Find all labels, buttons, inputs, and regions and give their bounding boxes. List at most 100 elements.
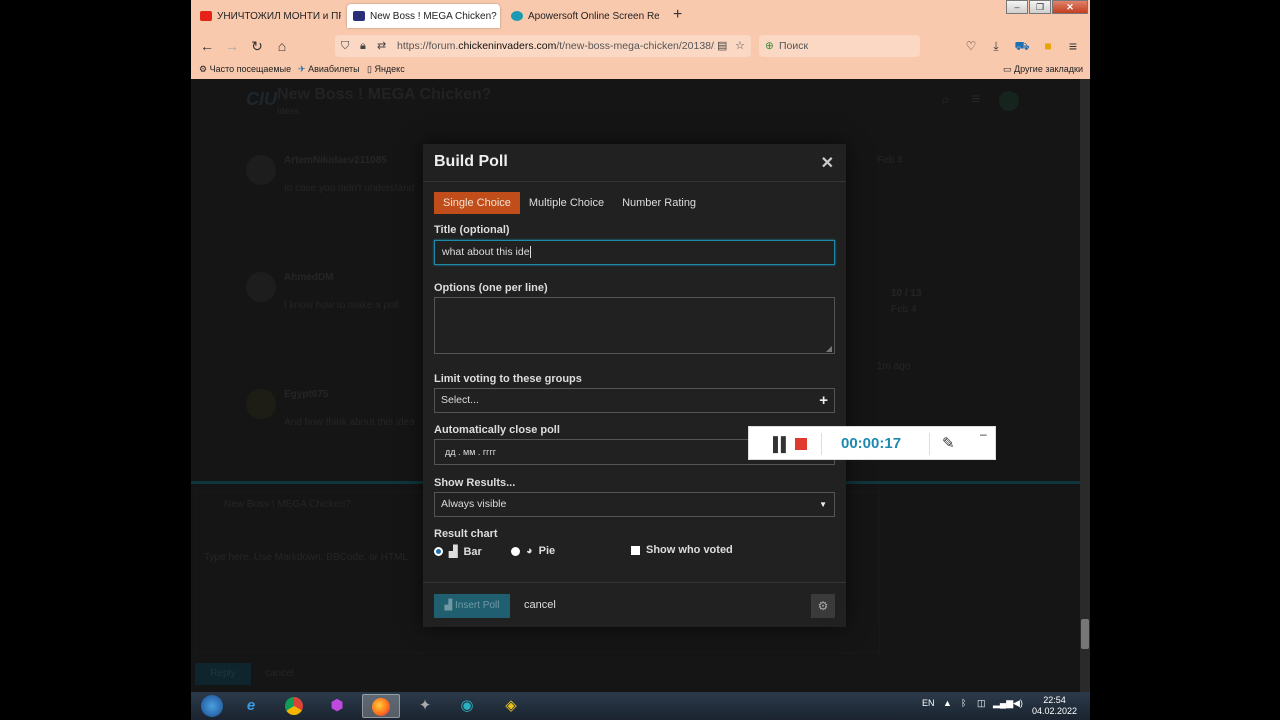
other-bookmarks[interactable]: ▭ Другие закладки <box>1003 64 1083 75</box>
bookmark-yandex[interactable]: ▯ Яндекс <box>367 64 405 75</box>
tray-app-icon[interactable]: ◫ <box>977 698 986 709</box>
forum-icon <box>353 11 365 21</box>
reader-view-icon[interactable]: ▤ <box>715 35 730 57</box>
minimize-icon[interactable]: – <box>980 427 987 441</box>
chart-pie-radio[interactable]: ◕ Pie <box>511 545 555 557</box>
scrollbar-thumb[interactable] <box>1081 619 1089 649</box>
url-bar[interactable]: ⛉ 🔒︎ ⇄ https://forum.chickeninvaders.com… <box>335 35 751 57</box>
internet-explorer-icon[interactable]: e <box>232 694 270 718</box>
home-icon[interactable]: ⌂ <box>273 37 291 55</box>
app-icon[interactable]: ⬢ <box>318 694 356 718</box>
modal-title: Build Poll <box>434 153 508 170</box>
poll-options-textarea[interactable]: ◢ <box>434 297 835 354</box>
tab-number-rating[interactable]: Number Rating <box>613 192 705 214</box>
nav-bar: ← → ↻ ⌂ ⛉ 🔒︎ ⇄ https://forum.chickeninva… <box>191 32 1090 60</box>
close-icon[interactable]: ✕ <box>821 153 834 173</box>
clock[interactable]: 22:54 04.02.2022 <box>1032 695 1077 717</box>
tab-youtube[interactable]: УНИЧТОЖИЛ МОНТИ и ПРО ✕ <box>194 4 341 28</box>
search-input[interactable]: ⊕ Поиск <box>759 35 920 57</box>
close-poll-label: Automatically close poll <box>434 424 560 436</box>
cart-extension-icon[interactable]: ⛟ <box>1013 37 1031 55</box>
page-scrollbar[interactable] <box>1080 79 1090 692</box>
back-icon[interactable]: ← <box>198 37 216 55</box>
bookmark-label: Часто посещаемые <box>209 64 292 74</box>
search-placeholder: Поиск <box>779 40 809 52</box>
bookmark-flights[interactable]: ✈ Авиабилеты <box>298 64 360 75</box>
shield-icon[interactable]: ⛉ <box>341 35 349 57</box>
poll-title-input[interactable]: what about this ide <box>434 240 835 265</box>
plus-icon[interactable]: + <box>819 389 828 412</box>
chart-bar-radio[interactable]: ▟ Bar <box>434 545 482 558</box>
tab-title: Apowersoft Online Screen Reco <box>528 10 659 22</box>
chrome-icon[interactable] <box>275 694 313 718</box>
tab-single-choice[interactable]: Single Choice <box>434 192 520 214</box>
clock-time: 22:54 <box>1043 695 1066 705</box>
groups-placeholder: Select... <box>441 394 479 406</box>
game-icon[interactable]: ✦ <box>406 694 444 718</box>
chart-bar-label: Bar <box>463 545 482 558</box>
volume-icon[interactable]: ◀) <box>1013 698 1023 709</box>
stop-icon[interactable] <box>795 438 807 450</box>
tab-title: УНИЧТОЖИЛ МОНТИ и ПРО <box>217 10 341 22</box>
bookmark-label: Яндекс <box>374 64 405 74</box>
show-hidden-icons-icon[interactable]: ▲ <box>943 698 952 708</box>
bar-chart-icon: ▟ <box>444 600 453 611</box>
restore-icon[interactable]: ❐ <box>1029 0 1051 14</box>
minimize-icon[interactable]: – <box>1006 0 1028 14</box>
taskbar: e ⬢ ✦ ◉ ◈ EN ▲ ᛒ ◫ ▂▄▆ ◀) 22:54 04.02.20… <box>191 692 1090 720</box>
show-results-value: Always visible <box>441 498 507 510</box>
youtube-icon <box>200 11 212 21</box>
bookmark-label: Другие закладки <box>1014 64 1083 74</box>
tab-apowersoft[interactable]: Apowersoft Online Screen Reco ✕ <box>505 4 659 28</box>
pen-icon[interactable]: ✎ <box>942 434 955 452</box>
show-results-select[interactable]: Always visible ▼ <box>434 492 835 517</box>
insert-poll-label: Insert Poll <box>455 600 500 611</box>
forward-icon[interactable]: → <box>223 37 241 55</box>
downloads-icon[interactable]: ⤓ <box>987 37 1005 55</box>
bookmarks-bar: ⚙ Часто посещаемые ✈ Авиабилеты ▯ Яндекс… <box>191 60 1090 79</box>
reload-icon[interactable]: ↻ <box>248 37 266 55</box>
pocket-icon[interactable]: ♡ <box>962 37 980 55</box>
extension-icon[interactable]: ■ <box>1039 37 1057 55</box>
new-tab-icon[interactable]: + <box>673 6 682 24</box>
cancel-button[interactable]: cancel <box>524 599 556 611</box>
app-icon[interactable]: ◈ <box>492 694 530 718</box>
lock-icon[interactable]: 🔒︎ <box>360 35 366 57</box>
poll-title-value: what about this ide <box>442 246 530 258</box>
bluetooth-icon[interactable]: ᛒ <box>961 698 966 708</box>
url-prefix: https://forum. <box>397 40 459 52</box>
network-icon[interactable]: ▂▄▆ <box>993 698 1013 709</box>
close-window-icon[interactable]: ✕ <box>1052 0 1088 14</box>
bookmark-most-visited[interactable]: ⚙ Часто посещаемые <box>199 64 291 75</box>
bookmark-star-icon[interactable]: ☆ <box>733 35 747 57</box>
tab-multiple-choice[interactable]: Multiple Choice <box>520 192 613 214</box>
insert-poll-button[interactable]: ▟ Insert Poll <box>434 594 510 618</box>
menu-icon[interactable]: ≡ <box>1064 37 1082 55</box>
bar-chart-icon: ▟ <box>449 546 458 558</box>
search-engine-icon: ⊕ <box>765 40 774 52</box>
permissions-icon[interactable]: ⇄ <box>377 35 386 57</box>
screen-recorder-icon[interactable]: ◉ <box>448 694 486 718</box>
pause-icon[interactable]: ▌▌ <box>773 436 791 452</box>
firefox-icon[interactable] <box>362 694 400 718</box>
divider <box>821 433 822 455</box>
resize-handle-icon[interactable]: ◢ <box>826 344 832 353</box>
text-cursor <box>529 246 531 258</box>
divider <box>929 433 930 455</box>
apowersoft-icon <box>511 11 523 21</box>
groups-select[interactable]: Select... + <box>434 388 835 413</box>
tab-forum[interactable]: New Boss ! MEGA Chicken? - Id ✕ <box>347 4 500 28</box>
checkbox[interactable] <box>631 545 640 555</box>
show-who-voted-checkbox[interactable]: Show who voted <box>631 544 733 556</box>
language-indicator[interactable]: EN <box>922 698 935 708</box>
radio-unselected <box>511 546 520 556</box>
title-label: Title (optional) <box>434 224 510 236</box>
modal-header: Build Poll ✕ <box>423 144 846 182</box>
window-controls: – ❐ ✕ <box>1006 0 1088 14</box>
gear-icon[interactable]: ⚙ <box>811 594 835 618</box>
chart-pie-label: Pie <box>538 545 556 557</box>
pie-chart-icon: ◕ <box>526 545 533 557</box>
tab-bar: УНИЧТОЖИЛ МОНТИ и ПРО ✕ New Boss ! MEGA … <box>191 0 1090 32</box>
start-button[interactable] <box>193 694 231 718</box>
radio-selected <box>434 547 443 556</box>
